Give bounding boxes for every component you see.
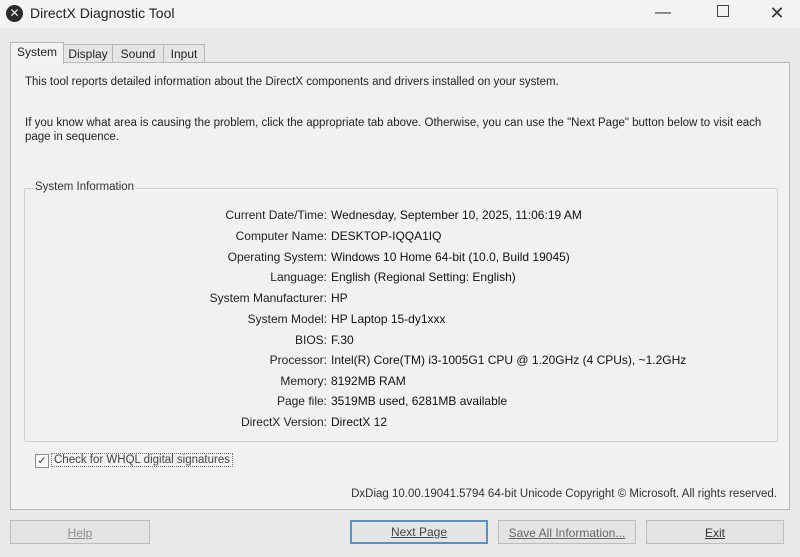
close-button[interactable]: ✕ [754,0,800,28]
exit-button[interactable]: Exit [646,520,784,544]
info-value: HP Laptop 15-dy1xxx [331,312,446,326]
info-value: Windows 10 Home 64-bit (10.0, Build 1904… [331,250,570,264]
info-row-processor: Processor: Intel(R) Core(TM) i3-1005G1 C… [25,353,777,373]
help-button[interactable]: Help [10,520,150,544]
info-row-date-time: Current Date/Time: Wednesday, September … [25,208,777,228]
info-row-operating-system: Operating System: Windows 10 Home 64-bit… [25,250,777,270]
info-label: Processor: [269,353,327,367]
info-label: BIOS: [294,333,327,347]
info-value: DESKTOP-IQQA1IQ [331,229,442,243]
info-label: System Model: [247,312,327,326]
info-value: HP [331,291,348,305]
info-row-language: Language: English (Regional Setting: Eng… [25,270,777,290]
info-value: Wednesday, September 10, 2025, 11:06:19 … [331,208,582,222]
info-row-system-manufacturer: System Manufacturer: HP [25,291,777,311]
info-value: DirectX 12 [331,415,388,429]
copyright-text: DxDiag 10.00.19041.5794 64-bit Unicode C… [351,488,777,500]
info-label: Computer Name: [235,229,327,243]
window-title: DirectX Diagnostic Tool [30,5,175,21]
info-value: Intel(R) Core(TM) i3-1005G1 CPU @ 1.20GH… [331,353,687,367]
info-label: Operating System: [227,250,327,264]
save-all-button-label: Save All Information... [508,526,626,540]
info-label: Page file: [276,394,327,408]
info-row-directx-version: DirectX Version: DirectX 12 [25,415,777,435]
help-button-label: Help [67,526,93,540]
minimize-button[interactable]: — [640,0,686,28]
tab-input[interactable]: Input [163,44,205,63]
info-label: Memory: [280,374,327,388]
title-bar: ✕ DirectX Diagnostic Tool — ✕ [0,0,800,28]
save-all-information-button[interactable]: Save All Information... [498,520,636,544]
system-information-group: System Information Current Date/Time: We… [24,181,778,442]
instructions-text: If you know what area is causing the pro… [25,117,762,143]
info-label: Language: [270,270,327,284]
info-label: Current Date/Time: [225,208,327,222]
system-tab-panel: This tool reports detailed information a… [10,62,790,510]
info-row-memory: Memory: 8192MB RAM [25,374,777,394]
info-label: DirectX Version: [240,415,327,429]
tab-sound[interactable]: Sound [112,44,164,63]
group-label: System Information [33,181,137,193]
directx-x-icon: ✕ [6,5,23,22]
whql-checkbox[interactable]: ✓ [35,454,49,468]
info-value: 8192MB RAM [331,374,406,388]
info-value: F.30 [331,333,354,347]
next-page-button-label: Next Page [390,525,448,539]
maximize-button[interactable] [700,0,746,28]
maximize-icon [717,5,729,18]
info-row-system-model: System Model: HP Laptop 15-dy1xxx [25,312,777,332]
intro-text: This tool reports detailed information a… [25,76,559,88]
info-row-computer-name: Computer Name: DESKTOP-IQQA1IQ [25,229,777,249]
info-value: 3519MB used, 6281MB available [331,394,508,408]
whql-label[interactable]: Check for WHQL digital signatures [51,453,233,467]
next-page-button[interactable]: Next Page [350,520,488,544]
info-label: System Manufacturer: [209,291,327,305]
tab-system[interactable]: System [10,42,64,64]
info-row-page-file: Page file: 3519MB used, 6281MB available [25,394,777,414]
info-row-bios: BIOS: F.30 [25,333,777,353]
exit-button-label: Exit [704,526,725,540]
info-value: English (Regional Setting: English) [331,270,516,284]
tab-display[interactable]: Display [63,44,113,63]
